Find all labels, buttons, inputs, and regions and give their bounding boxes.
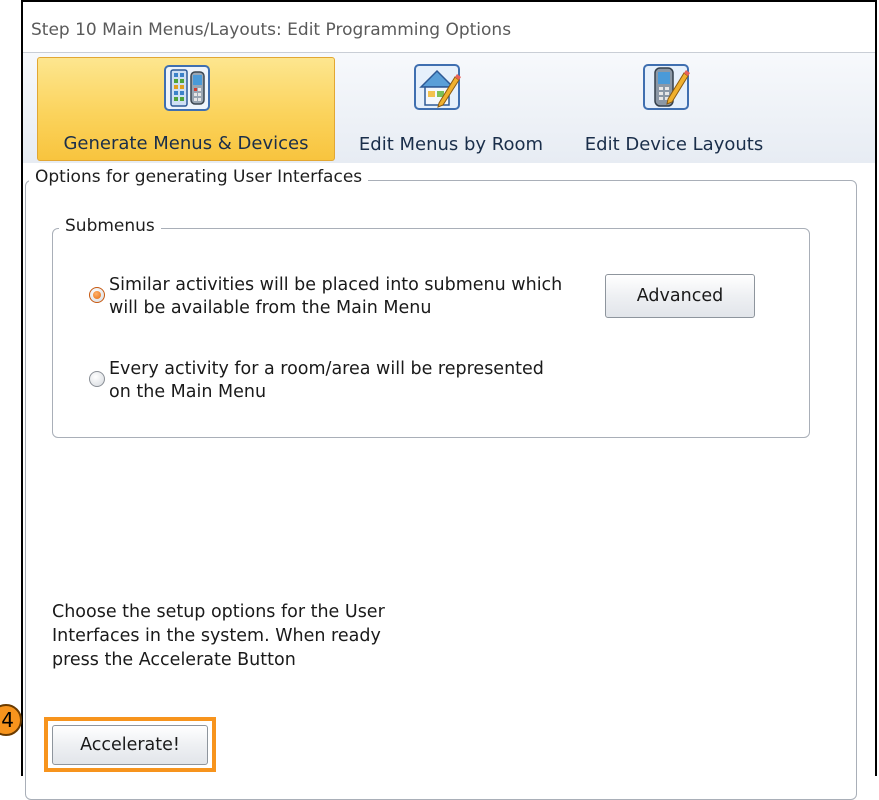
step-number-badge: 4 — [0, 704, 22, 736]
wizard-window: Step 10 Main Menus/Layouts: Edit Program… — [21, 0, 877, 800]
remote-edit-icon — [643, 64, 690, 110]
every-activity-radio[interactable] — [89, 371, 105, 387]
similar-activities-radio[interactable] — [89, 287, 105, 303]
similar-activities-option[interactable]: Similar activities will be placed into s… — [89, 274, 562, 320]
options-group-title: Options for generating User Interfaces — [29, 167, 369, 187]
ribbon-toolbar: Generate Menus & Devices Edit Menus by R… — [23, 53, 875, 163]
title-bar: Step 10 Main Menus/Layouts: Edit Program… — [23, 2, 875, 53]
edit-menus-by-room-label: Edit Menus by Room — [358, 134, 544, 155]
window-title: Step 10 Main Menus/Layouts: Edit Program… — [31, 20, 512, 40]
submenus-group-title: Submenus — [59, 216, 161, 236]
submenus-group-box — [52, 228, 810, 438]
house-edit-icon — [414, 64, 461, 110]
content-panel: Options for generating User Interfaces S… — [23, 164, 875, 800]
edit-menus-by-room-button[interactable]: Edit Menus by Room — [337, 57, 565, 161]
every-activity-label: Every activity for a room/area will be r… — [109, 359, 544, 402]
accelerate-button[interactable]: Accelerate! — [52, 725, 208, 765]
every-activity-option[interactable]: Every activity for a room/area will be r… — [89, 358, 544, 404]
similar-activities-label: Similar activities will be placed into s… — [109, 275, 563, 318]
instructions-text: Choose the setup options for the User In… — [52, 602, 385, 670]
generate-menus-devices-label: Generate Menus & Devices — [63, 133, 309, 154]
advanced-button[interactable]: Advanced — [605, 274, 755, 318]
menus-devices-icon — [164, 65, 210, 111]
edit-device-layouts-label: Edit Device Layouts — [584, 134, 764, 155]
edit-device-layouts-button[interactable]: Edit Device Layouts — [566, 57, 782, 161]
generate-menus-devices-button[interactable]: Generate Menus & Devices — [37, 57, 335, 161]
